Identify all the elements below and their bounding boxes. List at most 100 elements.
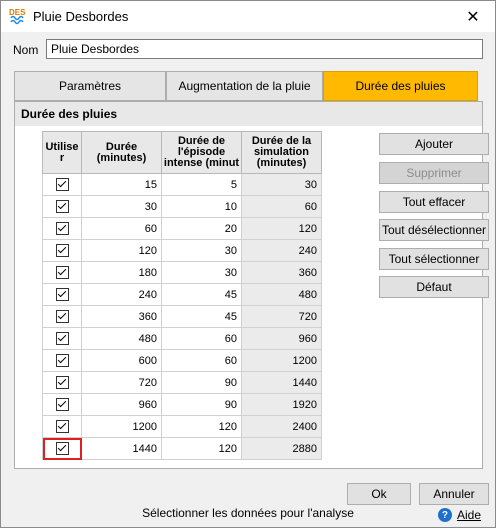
- use-cell[interactable]: [42, 393, 82, 416]
- intense-cell[interactable]: 20: [161, 217, 242, 240]
- simulation-cell: 360: [241, 261, 322, 284]
- duree-cell[interactable]: 240: [81, 283, 162, 306]
- help-icon: ?: [437, 508, 452, 522]
- use-checkbox[interactable]: [55, 288, 69, 301]
- intense-cell[interactable]: 120: [161, 437, 242, 460]
- use-cell[interactable]: [42, 217, 82, 240]
- use-checkbox[interactable]: [55, 332, 69, 345]
- defaut-button[interactable]: Défaut: [379, 276, 489, 298]
- table-row: 1200 120 2400: [42, 415, 322, 438]
- duree-cell[interactable]: 1440: [81, 437, 162, 460]
- use-checkbox[interactable]: [55, 178, 69, 191]
- simulation-cell: 240: [241, 239, 322, 262]
- duree-cell[interactable]: 600: [81, 349, 162, 372]
- use-cell[interactable]: [42, 327, 82, 350]
- intense-cell[interactable]: 5: [161, 173, 242, 196]
- table-row: 360 45 720: [42, 305, 322, 328]
- use-cell[interactable]: [42, 283, 82, 306]
- use-checkbox[interactable]: [55, 200, 69, 213]
- ok-button[interactable]: Ok: [347, 483, 411, 505]
- tab-strip: Paramètres Augmentation de la pluie Duré…: [14, 71, 478, 101]
- name-input[interactable]: [46, 39, 483, 59]
- intense-cell[interactable]: 60: [161, 327, 242, 350]
- table-row: 30 10 60: [42, 195, 322, 218]
- use-cell[interactable]: [42, 173, 82, 196]
- use-cell[interactable]: [42, 195, 82, 218]
- duree-cell[interactable]: 30: [81, 195, 162, 218]
- use-cell[interactable]: [42, 349, 82, 372]
- close-button[interactable]: ✕: [451, 1, 495, 32]
- use-checkbox[interactable]: [55, 354, 69, 367]
- simulation-cell: 1920: [241, 393, 322, 416]
- duree-cell[interactable]: 180: [81, 261, 162, 284]
- intense-cell[interactable]: 60: [161, 349, 242, 372]
- dialog-window: DES Pluie Desbordes ✕ Nom Paramètres Aug…: [0, 0, 496, 528]
- use-cell[interactable]: [42, 261, 82, 284]
- table-row: 1440 120 2880: [42, 437, 322, 460]
- table-body: 15 5 30 30 10 60 60 20 120 120 30 240 180 30 360 240 45 4…: [42, 173, 322, 460]
- column-header-utiliser[interactable]: Utilise r: [42, 131, 82, 174]
- use-checkbox[interactable]: [55, 376, 69, 389]
- use-cell[interactable]: [42, 239, 82, 262]
- help-link[interactable]: ? Aide: [437, 508, 481, 522]
- column-header-duree-simulation[interactable]: Durée de la simulation (minutes): [241, 131, 322, 174]
- name-label: Nom: [13, 43, 39, 57]
- use-checkbox[interactable]: [55, 442, 69, 455]
- intense-cell[interactable]: 10: [161, 195, 242, 218]
- use-checkbox[interactable]: [55, 266, 69, 279]
- use-checkbox[interactable]: [55, 310, 69, 323]
- duration-table: Utilise r Durée (minutes) Durée de l'épi…: [42, 131, 322, 460]
- simulation-cell: 960: [241, 327, 322, 350]
- use-cell[interactable]: [42, 305, 82, 328]
- column-header-duree[interactable]: Durée (minutes): [81, 131, 162, 174]
- intense-cell[interactable]: 45: [161, 305, 242, 328]
- table-row: 180 30 360: [42, 261, 322, 284]
- table-row: 720 90 1440: [42, 371, 322, 394]
- use-cell[interactable]: [42, 437, 82, 460]
- intense-cell[interactable]: 30: [161, 261, 242, 284]
- tout-deselectionner-button[interactable]: Tout désélectionner: [379, 219, 489, 241]
- table-row: 240 45 480: [42, 283, 322, 306]
- use-checkbox[interactable]: [55, 244, 69, 257]
- duree-cell[interactable]: 480: [81, 327, 162, 350]
- cancel-button[interactable]: Annuler: [419, 483, 489, 505]
- use-checkbox[interactable]: [55, 222, 69, 235]
- tab-parametres[interactable]: Paramètres: [14, 71, 166, 101]
- window-title: Pluie Desbordes: [33, 9, 129, 24]
- intense-cell[interactable]: 90: [161, 371, 242, 394]
- duree-cell[interactable]: 960: [81, 393, 162, 416]
- use-checkbox[interactable]: [55, 398, 69, 411]
- simulation-cell: 720: [241, 305, 322, 328]
- duree-cell[interactable]: 720: [81, 371, 162, 394]
- duree-cell[interactable]: 15: [81, 173, 162, 196]
- table-row: 480 60 960: [42, 327, 322, 350]
- simulation-cell: 480: [241, 283, 322, 306]
- close-icon: ✕: [466, 8, 480, 26]
- simulation-cell: 60: [241, 195, 322, 218]
- tab-duree-pluies[interactable]: Durée des pluies: [323, 71, 478, 101]
- duree-cell[interactable]: 60: [81, 217, 162, 240]
- panel-header: Durée des pluies: [15, 102, 482, 126]
- tout-selectionner-button[interactable]: Tout sélectionner: [379, 248, 489, 270]
- table-row: 600 60 1200: [42, 349, 322, 372]
- intense-cell[interactable]: 30: [161, 239, 242, 262]
- tout-effacer-button[interactable]: Tout effacer: [379, 191, 489, 213]
- ajouter-button[interactable]: Ajouter: [379, 133, 489, 155]
- use-checkbox[interactable]: [55, 420, 69, 433]
- use-cell[interactable]: [42, 371, 82, 394]
- help-label: Aide: [456, 508, 481, 522]
- intense-cell[interactable]: 120: [161, 415, 242, 438]
- column-header-duree-intense[interactable]: Durée de l'épisode intense (minut: [161, 131, 242, 174]
- title-bar: DES Pluie Desbordes ✕: [1, 1, 495, 32]
- simulation-cell: 1440: [241, 371, 322, 394]
- tab-augmentation-pluie[interactable]: Augmentation de la pluie: [166, 71, 323, 101]
- duree-cell[interactable]: 120: [81, 239, 162, 262]
- use-cell[interactable]: [42, 415, 82, 438]
- supprimer-button[interactable]: Supprimer: [379, 162, 489, 184]
- intense-cell[interactable]: 90: [161, 393, 242, 416]
- intense-cell[interactable]: 45: [161, 283, 242, 306]
- simulation-cell: 120: [241, 217, 322, 240]
- duree-cell[interactable]: 360: [81, 305, 162, 328]
- table-row: 960 90 1920: [42, 393, 322, 416]
- duree-cell[interactable]: 1200: [81, 415, 162, 438]
